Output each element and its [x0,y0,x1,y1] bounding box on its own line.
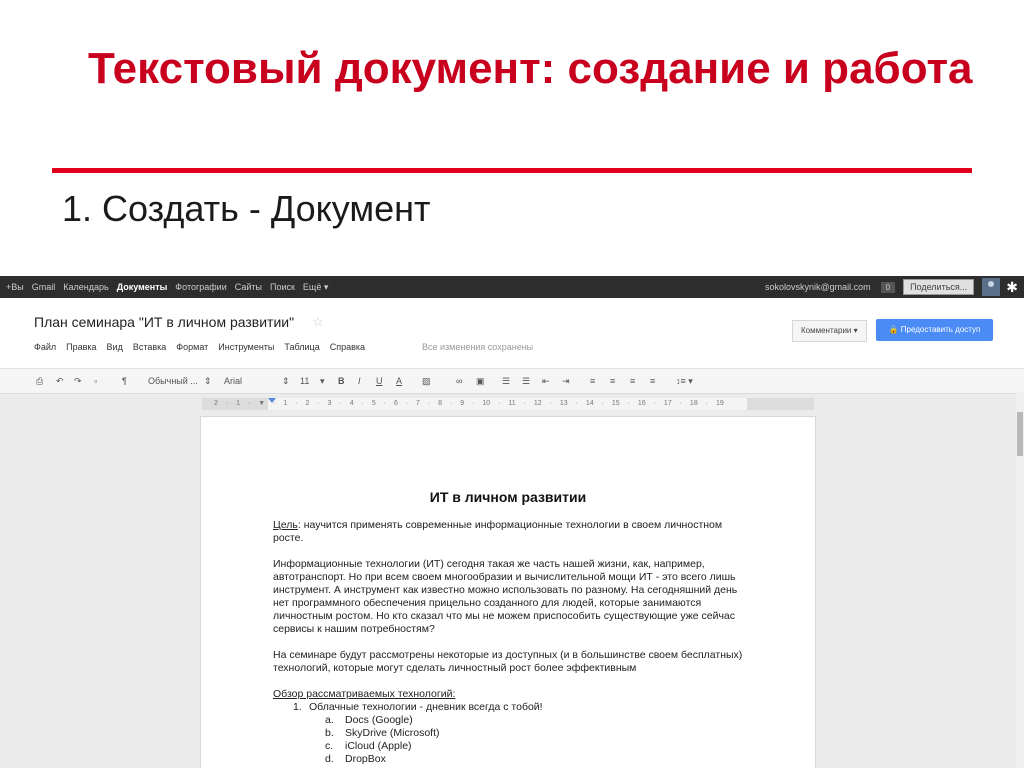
undo-icon[interactable]: ↶ [56,369,64,393]
google-bar: +Вы Gmail Календарь Документы Фотографии… [0,276,1024,298]
gbar-item-documents[interactable]: Документы [117,282,168,292]
italic-button[interactable]: I [358,369,361,393]
document-heading: ИТ в личном развитии [429,489,587,505]
menu-format[interactable]: Формат [176,342,208,352]
menu-help[interactable]: Справка [330,342,365,352]
list-number: 1. [293,701,302,713]
comments-button[interactable]: Комментарии ▾ [792,320,867,342]
highlight-icon[interactable]: ▨ [422,369,431,393]
sub-list-letter: a. [325,714,334,726]
ruler-numbers: 2 · 1 · ▼ · 1 · 2 · 3 · 4 · 5 · 6 · 7 · … [214,400,724,407]
text-color-button[interactable]: A [396,369,402,393]
docs-screenshot: +Вы Gmail Календарь Документы Фотографии… [0,276,1024,768]
star-icon[interactable]: ☆ [312,314,324,330]
menu-view[interactable]: Вид [107,342,123,352]
style-select-chevron-icon[interactable]: ⇕ [204,369,212,393]
image-icon[interactable]: ▣ [476,369,485,393]
sub-list-item: c. iCloud (Apple) [325,740,743,753]
spellcheck-icon[interactable]: ▫ [94,369,97,393]
document-page[interactable]: ИТ в личном развитии Цель: научится прим… [200,416,816,768]
list-item: 1. Облачные технологии - дневник всегда … [293,701,743,714]
overview-label: Обзор рассматриваемых технологий: [273,688,456,700]
menu-bar: Файл Правка Вид Вставка Формат Инструмен… [34,342,375,352]
gbar-item-plus[interactable]: +Вы [6,282,24,292]
scrollbar-thumb[interactable] [1017,412,1023,456]
bold-button[interactable]: B [338,369,345,393]
sub-list-item: d. DropBox [325,753,743,766]
decrease-indent-icon[interactable]: ⇤ [542,369,550,393]
google-bar-account: sokolovskynik@gmail.com 0 Поделиться... … [765,276,1018,298]
share-access-button[interactable]: 🔒 Предоставить доступ [876,319,993,341]
paint-format-icon[interactable]: ¶ [122,369,127,393]
numbered-list-icon[interactable]: ☰ [502,369,510,393]
sub-list-letter: d. [325,753,334,765]
account-email[interactable]: sokolovskynik@gmail.com [765,282,871,292]
style-select[interactable]: Обычный ... [148,369,198,393]
align-right-icon[interactable]: ≡ [630,369,635,393]
bulleted-list-icon[interactable]: ☰ [522,369,530,393]
numbered-list: 1. Облачные технологии - дневник всегда … [273,701,743,714]
slide-step: 1. Создать - Документ [62,188,431,229]
slide-title: Текстовый документ: создание и работа [88,44,973,93]
menu-tools[interactable]: Инструменты [218,342,274,352]
save-status: Все изменения сохранены [422,342,534,352]
avatar[interactable] [982,278,1001,296]
goal-paragraph: Цель: научится применять современные инф… [273,519,743,545]
gbar-item-sites[interactable]: Сайты [235,282,262,292]
redo-icon[interactable]: ↷ [74,369,82,393]
font-size-select[interactable]: 11 [300,369,309,393]
menu-table[interactable]: Таблица [284,342,319,352]
notification-count[interactable]: 0 [880,281,896,293]
gbar-item-more[interactable]: Ещё ▾ [303,282,328,293]
menu-edit[interactable]: Правка [66,342,96,352]
document-header: План семинара "ИТ в личном развитии" ☆ Ф… [0,298,1024,368]
sub-list: a. Docs (Google) b. SkyDrive (Microsoft)… [273,714,743,766]
sub-list-item: b. SkyDrive (Microsoft) [325,727,743,740]
align-justify-icon[interactable]: ≡ [650,369,655,393]
sub-list-text: SkyDrive (Microsoft) [345,727,440,739]
goal-text: : научится применять современные информа… [273,519,723,544]
sub-list-item: a. Docs (Google) [325,714,743,727]
menu-insert[interactable]: Вставка [133,342,166,352]
align-left-icon[interactable]: ≡ [590,369,595,393]
paragraph-1: Информационные технологии (ИТ) сегодня т… [273,558,738,635]
list-text: Облачные технологии - дневник всегда с т… [309,701,543,713]
google-bar-nav: +Вы Gmail Календарь Документы Фотографии… [6,276,336,298]
font-select-chevron-icon[interactable]: ⇕ [282,369,290,393]
underline-button[interactable]: U [376,369,383,393]
gbar-share-button[interactable]: Поделиться... [903,279,975,295]
document-title[interactable]: План семинара "ИТ в личном развитии" [34,314,294,330]
goal-label: Цель [273,519,298,531]
menu-file[interactable]: Файл [34,342,56,352]
gear-icon[interactable]: ✱ [1006,279,1018,296]
gbar-item-calendar[interactable]: Календарь [63,282,108,292]
print-icon[interactable]: ⎙ [36,369,43,393]
gbar-item-search[interactable]: Поиск [270,282,295,292]
ruler: 2 · 1 · ▼ · 1 · 2 · 3 · 4 · 5 · 6 · 7 · … [202,398,814,410]
sub-list-text: Docs (Google) [345,714,413,726]
link-icon[interactable]: ∞ [456,369,462,393]
formatting-toolbar: ⎙ ↶ ↷ ▫ ¶ Обычный ... ⇕ Arial ⇕ 11 ▾ B I… [0,368,1024,394]
sub-list-letter: b. [325,727,334,739]
font-select[interactable]: Arial [224,369,242,393]
line-spacing-button[interactable]: ↕≡ ▾ [676,369,693,393]
paragraph-2: На семинаре будут рассмотрены некоторые … [273,649,743,674]
sub-list-letter: c. [325,740,334,752]
gbar-item-photos[interactable]: Фотографии [175,282,226,292]
font-size-chevron-icon[interactable]: ▾ [320,369,325,393]
sub-list-text: DropBox [345,753,386,765]
title-divider [52,168,972,173]
gbar-item-gmail[interactable]: Gmail [32,282,56,292]
align-center-icon[interactable]: ≡ [610,369,615,393]
increase-indent-icon[interactable]: ⇥ [562,369,570,393]
sub-list-text: iCloud (Apple) [345,740,412,752]
document-body: Цель: научится применять современные инф… [273,519,743,766]
indent-marker[interactable] [268,398,276,403]
